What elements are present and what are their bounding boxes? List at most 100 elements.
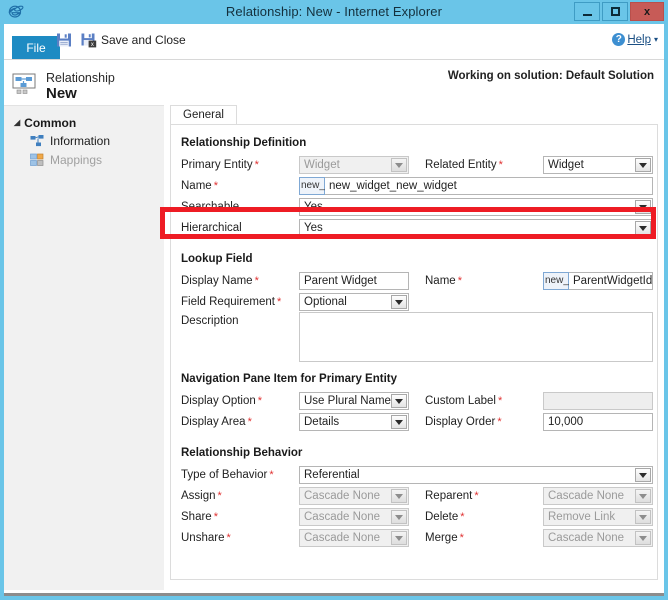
- field-name[interactable]: new_widget_new_widget: [325, 177, 653, 195]
- section-title-relationship-behavior: Relationship Behavior: [181, 447, 302, 459]
- general-tab-panel: Relationship Definition Primary Entity* …: [170, 125, 658, 580]
- required-marker: *: [277, 296, 281, 308]
- field-display-order-value: 10,000: [548, 416, 583, 428]
- window-controls: x: [572, 2, 664, 22]
- collapse-triangle-icon: ◢: [14, 118, 20, 127]
- field-related-entity[interactable]: Widget: [543, 156, 653, 174]
- field-hierarchical-value: Yes: [304, 222, 323, 234]
- section-title-lookup-field: Lookup Field: [181, 253, 253, 265]
- label-reparent: Reparent*: [425, 490, 479, 502]
- chevron-down-icon[interactable]: [635, 221, 651, 235]
- required-marker: *: [460, 532, 464, 544]
- field-description[interactable]: [299, 312, 653, 362]
- save-and-close-icon[interactable]: x: [81, 32, 97, 48]
- application-window: Relationship: New - Internet Explorer x …: [0, 0, 668, 600]
- field-primary-entity[interactable]: Widget: [299, 156, 409, 174]
- chevron-down-icon[interactable]: [391, 415, 407, 429]
- file-tab[interactable]: File: [12, 36, 60, 60]
- close-button[interactable]: x: [630, 2, 664, 21]
- save-icon[interactable]: [56, 32, 72, 48]
- field-field-requirement[interactable]: Optional: [299, 293, 409, 311]
- window-title: Relationship: New - Internet Explorer: [0, 4, 668, 19]
- field-name-value: new_widget_new_widget: [329, 180, 457, 192]
- field-custom-label[interactable]: [543, 392, 653, 410]
- required-marker: *: [498, 395, 502, 407]
- field-unshare-value: Cascade None: [304, 532, 380, 544]
- chevron-down-icon[interactable]: [635, 510, 651, 524]
- field-assign[interactable]: Cascade None: [299, 487, 409, 505]
- field-type-of-behavior[interactable]: Referential: [299, 466, 653, 484]
- field-share[interactable]: Cascade None: [299, 508, 409, 526]
- field-display-option[interactable]: Use Plural Name: [299, 392, 409, 410]
- field-merge[interactable]: Cascade None: [543, 529, 653, 547]
- field-delete[interactable]: Remove Link: [543, 508, 653, 526]
- field-hierarchical[interactable]: Yes: [299, 219, 653, 237]
- label-lookup-name: Name*: [425, 275, 462, 287]
- field-searchable-value: Yes: [304, 201, 323, 213]
- section-title-navigation-pane: Navigation Pane Item for Primary Entity: [181, 373, 397, 385]
- help-button[interactable]: ? Help ▾: [612, 33, 658, 46]
- chevron-down-icon[interactable]: [391, 531, 407, 545]
- field-share-value: Cascade None: [304, 511, 380, 523]
- minimize-icon: [583, 14, 592, 16]
- help-question-icon: ?: [612, 33, 625, 46]
- label-display-area: Display Area*: [181, 416, 252, 428]
- chevron-down-icon[interactable]: [635, 468, 651, 482]
- chevron-down-icon[interactable]: [391, 510, 407, 524]
- chevron-down-icon[interactable]: [635, 158, 651, 172]
- field-field-requirement-value: Optional: [304, 296, 347, 308]
- field-related-entity-value: Widget: [548, 159, 584, 171]
- working-on-solution-label: Working on solution: Default Solution: [448, 70, 654, 82]
- label-name: Name*: [181, 180, 218, 192]
- required-marker: *: [255, 159, 259, 171]
- maximize-button[interactable]: [602, 2, 628, 21]
- label-unshare: Unshare*: [181, 532, 231, 544]
- label-display-option: Display Option*: [181, 395, 262, 407]
- field-name-prefix: new_: [299, 177, 325, 195]
- field-display-name-value: Parent Widget: [304, 275, 377, 287]
- ribbon-toolbar: File x Save and Close ?: [4, 24, 664, 60]
- information-icon: [30, 134, 44, 148]
- field-type-of-behavior-value: Referential: [304, 469, 360, 481]
- field-display-order[interactable]: 10,000: [543, 413, 653, 431]
- chevron-down-icon[interactable]: [635, 489, 651, 503]
- chevron-down-icon[interactable]: [635, 531, 651, 545]
- section-title-relationship-definition: Relationship Definition: [181, 137, 306, 149]
- sidebar-item-information[interactable]: Information: [30, 134, 110, 148]
- chevron-down-icon[interactable]: [635, 200, 651, 214]
- label-custom-label: Custom Label*: [425, 395, 502, 407]
- tab-general[interactable]: General: [170, 105, 237, 124]
- field-unshare[interactable]: Cascade None: [299, 529, 409, 547]
- record-type-label: Relationship: [46, 71, 115, 85]
- field-merge-value: Cascade None: [548, 532, 624, 544]
- maximize-icon: [611, 7, 620, 16]
- minimize-button[interactable]: [574, 2, 600, 21]
- save-and-close-label[interactable]: Save and Close: [101, 33, 186, 47]
- save-and-close-glyph: x: [81, 32, 97, 48]
- chevron-down-icon: ▾: [654, 35, 658, 44]
- sidebar-item-mappings[interactable]: Mappings: [30, 153, 102, 167]
- field-display-area[interactable]: Details: [299, 413, 409, 431]
- field-display-name[interactable]: Parent Widget: [299, 272, 409, 290]
- chevron-down-icon[interactable]: [391, 295, 407, 309]
- chevron-down-icon[interactable]: [391, 394, 407, 408]
- window-status-bar: [4, 590, 664, 596]
- label-hierarchical: Hierarchical: [181, 222, 242, 234]
- sidebar-group-label: Common: [24, 116, 76, 130]
- field-searchable[interactable]: Yes: [299, 198, 653, 216]
- field-lookup-name[interactable]: ParentWidgetId: [569, 272, 653, 290]
- label-searchable: Searchable: [181, 201, 239, 213]
- label-field-requirement: Field Requirement*: [181, 296, 281, 308]
- field-display-area-value: Details: [304, 416, 339, 428]
- main-content: General Relationship Definition Primary …: [164, 105, 664, 590]
- help-label: Help: [627, 34, 651, 46]
- sidebar-group-common[interactable]: ◢ Common: [14, 116, 76, 130]
- field-primary-entity-value: Widget: [304, 159, 340, 171]
- label-display-order: Display Order*: [425, 416, 502, 428]
- required-marker: *: [269, 469, 273, 481]
- field-reparent[interactable]: Cascade None: [543, 487, 653, 505]
- label-primary-entity: Primary Entity*: [181, 159, 259, 171]
- chevron-down-icon[interactable]: [391, 158, 407, 172]
- chevron-down-icon[interactable]: [391, 489, 407, 503]
- field-lookup-name-value: ParentWidgetId: [573, 275, 652, 287]
